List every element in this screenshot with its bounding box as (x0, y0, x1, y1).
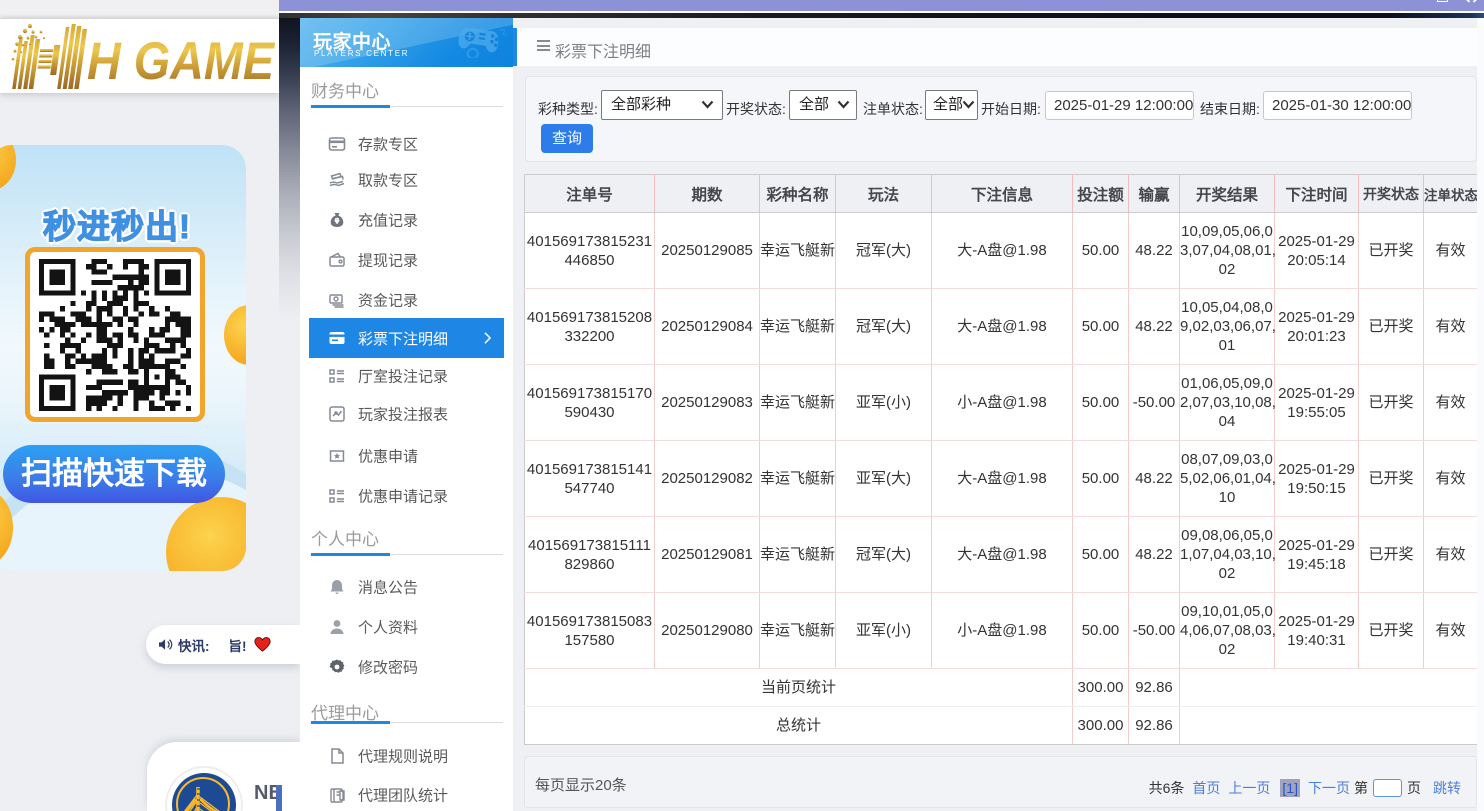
svg-text:H GAME: H GAME (87, 32, 275, 91)
